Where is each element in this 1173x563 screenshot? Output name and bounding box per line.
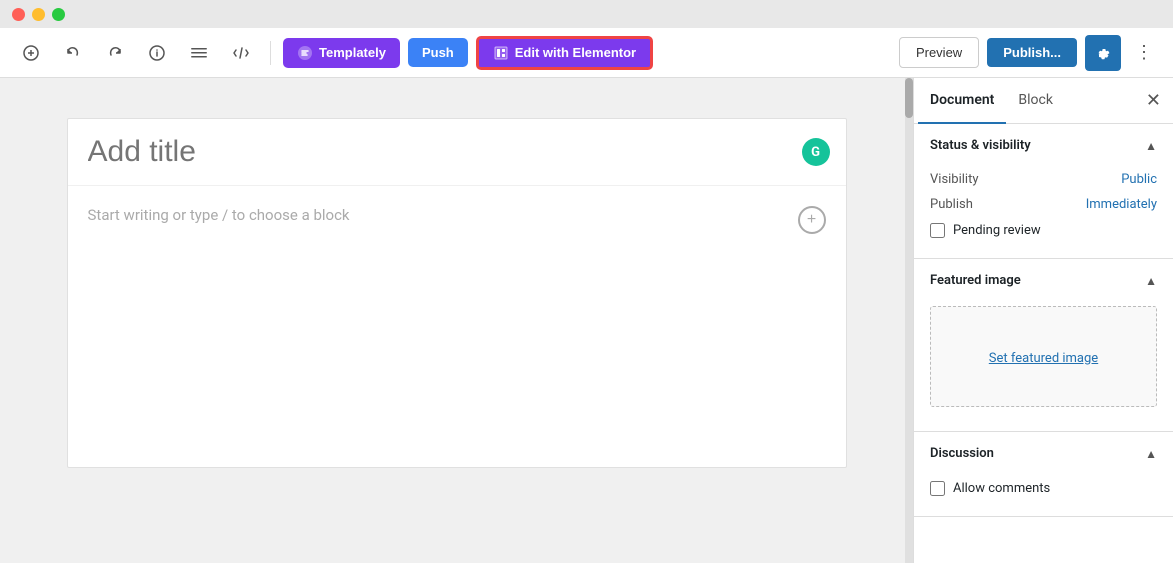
visibility-row: Visibility Public <box>930 167 1157 192</box>
title-bar <box>0 0 1173 28</box>
add-block-toolbar-button[interactable] <box>14 36 48 70</box>
writing-area[interactable]: Start writing or type / to choose a bloc… <box>68 186 846 254</box>
status-visibility-chevron: ▲ <box>1145 139 1157 153</box>
traffic-light-green[interactable] <box>52 8 65 21</box>
featured-image-section: Featured image ▲ Set featured image <box>914 259 1173 432</box>
undo-button[interactable] <box>56 36 90 70</box>
grammarly-icon: G <box>802 138 830 166</box>
sidebar-header: Document Block ✕ <box>914 78 1173 124</box>
allow-comments-label[interactable]: Allow comments <box>953 481 1050 496</box>
visibility-label: Visibility <box>930 172 979 187</box>
discussion-title: Discussion <box>930 446 994 461</box>
preview-button[interactable]: Preview <box>899 37 979 68</box>
toolbar-right: Preview Publish... ⋮ <box>899 35 1159 71</box>
editor-content: G Start writing or type / to choose a bl… <box>67 118 847 468</box>
more-options-button[interactable]: ⋮ <box>1129 35 1159 71</box>
set-featured-image-button[interactable]: Set featured image <box>930 306 1157 407</box>
add-block-inline-button[interactable]: + <box>798 206 826 234</box>
pending-review-row: Pending review <box>930 217 1157 244</box>
main-layout: G Start writing or type / to choose a bl… <box>0 78 1173 563</box>
title-area: G <box>68 119 846 186</box>
list-view-button[interactable] <box>182 36 216 70</box>
sidebar-close-button[interactable]: ✕ <box>1138 82 1169 119</box>
templately-button[interactable]: Templately <box>283 38 400 68</box>
info-button[interactable] <box>140 36 174 70</box>
status-visibility-content: Visibility Public Publish Immediately Pe… <box>914 167 1173 258</box>
visibility-value[interactable]: Public <box>1121 172 1157 187</box>
push-button[interactable]: Push <box>408 38 468 67</box>
publish-value[interactable]: Immediately <box>1086 197 1157 212</box>
scroll-thumb[interactable] <box>905 78 913 118</box>
body-placeholder: Start writing or type / to choose a bloc… <box>88 206 786 224</box>
pending-review-checkbox[interactable] <box>930 223 945 238</box>
tab-document[interactable]: Document <box>918 78 1006 124</box>
scroll-track <box>905 78 913 563</box>
toolbar: Templately Push Edit with Elementor Prev… <box>0 28 1173 78</box>
discussion-header[interactable]: Discussion ▲ <box>914 432 1173 475</box>
featured-image-chevron: ▲ <box>1145 274 1157 288</box>
edit-with-elementor-button[interactable]: Edit with Elementor <box>476 36 653 70</box>
traffic-light-yellow[interactable] <box>32 8 45 21</box>
redo-button[interactable] <box>98 36 132 70</box>
traffic-light-red[interactable] <box>12 8 25 21</box>
discussion-content: Allow comments <box>914 475 1173 516</box>
featured-image-content: Set featured image <box>914 306 1173 431</box>
discussion-chevron: ▲ <box>1145 447 1157 461</box>
featured-image-header[interactable]: Featured image ▲ <box>914 259 1173 302</box>
tab-block[interactable]: Block <box>1006 78 1065 124</box>
title-input[interactable] <box>88 135 826 169</box>
publish-button[interactable]: Publish... <box>987 38 1077 67</box>
allow-comments-checkbox[interactable] <box>930 481 945 496</box>
publish-label: Publish <box>930 197 973 212</box>
code-editor-button[interactable] <box>224 36 258 70</box>
sidebar: Document Block ✕ Status & visibility ▲ V… <box>913 78 1173 563</box>
status-visibility-title: Status & visibility <box>930 138 1031 153</box>
settings-button[interactable] <box>1085 35 1121 71</box>
status-visibility-section: Status & visibility ▲ Visibility Public … <box>914 124 1173 259</box>
pending-review-label[interactable]: Pending review <box>953 223 1041 238</box>
discussion-section: Discussion ▲ Allow comments <box>914 432 1173 517</box>
publish-row: Publish Immediately <box>930 192 1157 217</box>
allow-comments-row: Allow comments <box>930 475 1157 502</box>
toolbar-separator-1 <box>270 41 271 65</box>
status-visibility-header[interactable]: Status & visibility ▲ <box>914 124 1173 167</box>
editor-area[interactable]: G Start writing or type / to choose a bl… <box>0 78 913 563</box>
featured-image-title: Featured image <box>930 273 1021 288</box>
